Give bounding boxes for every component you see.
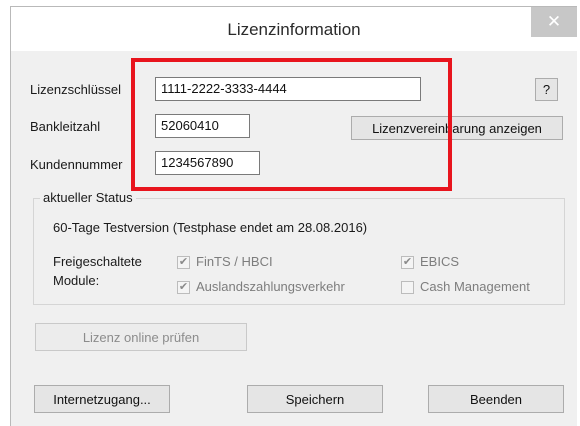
module-foreign-payments-label: Auslandszahlungsverkehr [196,279,345,294]
customer-number-label: Kundennummer [30,157,123,172]
modules-label-line2: Module: [53,273,100,288]
dialog-title: Lizenzinformation [227,20,361,39]
help-icon: ? [542,82,551,97]
module-ebics-checkbox[interactable]: ✔ [401,256,414,269]
bank-code-label: Bankleitzahl [30,119,101,134]
license-key-label: Lizenzschlüssel [30,82,122,97]
help-button[interactable]: ? [535,78,558,101]
bank-code-field[interactable]: 52060410 [155,114,250,138]
customer-number-field[interactable]: 1234567890 [155,151,260,175]
close-icon: ✕ [546,12,562,31]
module-foreign-payments-checkbox[interactable]: ✔ [177,281,190,294]
check-license-online-button[interactable]: Lizenz online prüfen [35,323,247,351]
check-icon: ✔ [178,256,189,268]
module-cash-management-checkbox[interactable] [401,281,414,294]
save-button[interactable]: Speichern [247,385,383,413]
module-cash-management-label: Cash Management [420,279,530,294]
module-ebics-label: EBICS [420,254,460,269]
close-button[interactable]: ✕ [531,7,577,37]
check-icon: ✔ [402,256,413,268]
show-license-agreement-button[interactable]: Lizenzvereinbarung anzeigen [351,116,563,140]
modules-label-line1: Freigeschaltete [53,254,142,269]
module-fints-checkbox[interactable]: ✔ [177,256,190,269]
check-icon: ✔ [178,281,189,293]
license-key-field[interactable]: 1111-2222-3333-4444 [155,77,421,101]
exit-button[interactable]: Beenden [428,385,564,413]
status-group-title: aktueller Status [40,190,136,205]
internet-access-button[interactable]: Internetzugang... [34,385,170,413]
status-text: 60-Tage Testversion (Testphase endet am … [53,220,368,235]
title-bar: Lizenzinformation ✕ [11,7,577,51]
module-fints-label: FinTS / HBCI [196,254,273,269]
